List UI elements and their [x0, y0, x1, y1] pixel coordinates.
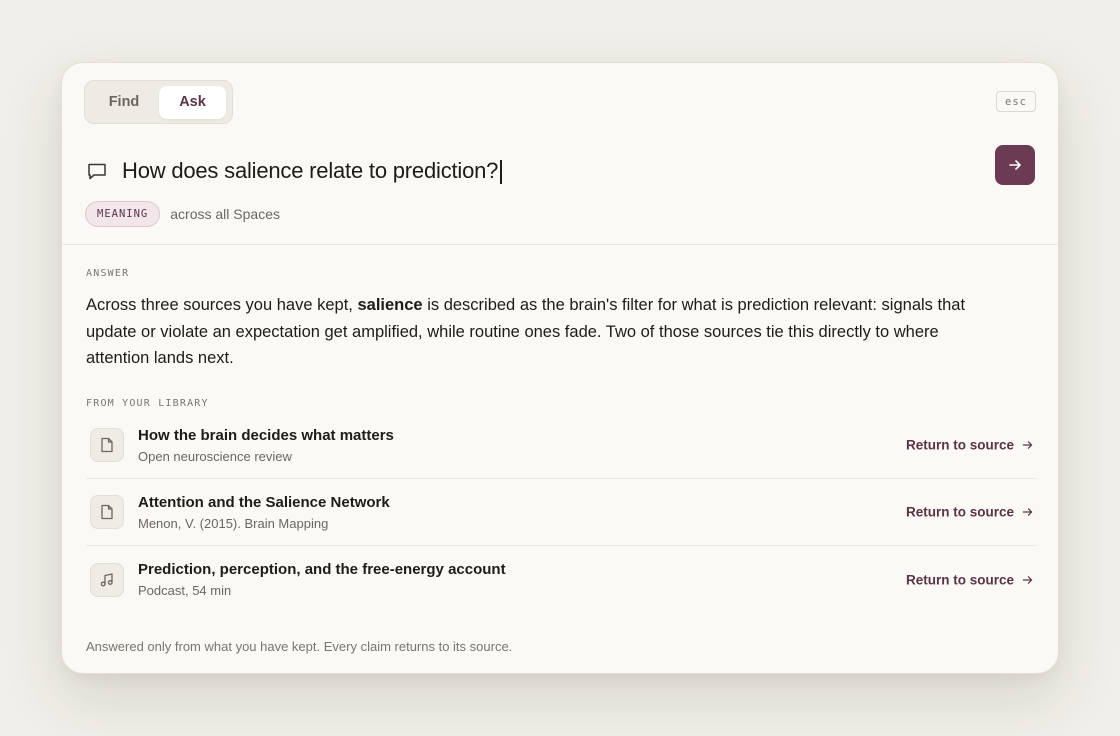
esc-key-hint[interactable]: esc: [996, 91, 1036, 112]
return-to-source-label: Return to source: [905, 437, 1014, 453]
document-icon: [90, 495, 124, 529]
tab-ask[interactable]: Ask: [159, 85, 226, 119]
scope-text: across all Spaces: [170, 206, 280, 222]
arrow-right-icon: [1008, 158, 1022, 172]
source-title: Prediction, perception, and the free-ene…: [138, 561, 506, 578]
answer-bold-term: salience: [357, 296, 423, 314]
query-row: How does salience relate to prediction?: [86, 153, 1036, 189]
footer-note: Answered only from what you have kept. E…: [86, 639, 513, 654]
tab-find[interactable]: Find: [89, 86, 159, 119]
document-icon: [90, 428, 124, 462]
source-title: Attention and the Salience Network: [138, 493, 390, 511]
source-item[interactable]: Attention and the Salience Network Menon…: [86, 479, 1037, 546]
source-title: How the brain decides what matters: [138, 426, 394, 444]
return-to-source-label: Return to source: [905, 504, 1014, 520]
submit-button[interactable]: [995, 145, 1035, 185]
ask-panel: Find Ask esc How does salience relate to…: [61, 62, 1059, 674]
source-subtitle: Menon, V. (2015). Brain Mapping: [138, 515, 329, 531]
return-to-source-link[interactable]: Return to source: [906, 438, 1033, 453]
answer-label: ANSWER: [86, 268, 130, 279]
library-label: FROM YOUR LIBRARY: [86, 398, 209, 409]
query-input[interactable]: How does salience relate to prediction?: [122, 157, 502, 185]
meaning-chip[interactable]: MEANING: [85, 201, 161, 227]
source-item[interactable]: How the brain decides what matters Open …: [86, 412, 1037, 479]
source-subtitle: Open neuroscience review: [138, 448, 292, 464]
divider: [62, 244, 1058, 245]
music-note-icon: [90, 562, 124, 597]
source-list: How the brain decides what matters Open …: [86, 412, 1037, 613]
mode-toggle: Find Ask: [84, 80, 233, 124]
source-item[interactable]: Prediction, perception, and the free-ene…: [86, 546, 1037, 613]
arrow-right-icon: [1022, 574, 1033, 585]
chat-bubble-icon: [86, 160, 108, 182]
text-caret: [500, 160, 502, 185]
answer-text-before: Across three sources you have kept,: [86, 296, 358, 314]
scope-row: MEANING across all Spaces: [85, 201, 280, 227]
arrow-right-icon: [1022, 507, 1033, 518]
answer-text: Across three sources you have kept, sali…: [86, 292, 976, 372]
return-to-source-label: Return to source: [905, 572, 1014, 587]
query-text: How does salience relate to prediction?: [122, 157, 499, 183]
arrow-right-icon: [1022, 440, 1033, 451]
return-to-source-link[interactable]: Return to source: [906, 505, 1033, 520]
source-subtitle: Podcast, 54 min: [138, 583, 232, 598]
return-to-source-link[interactable]: Return to source: [906, 572, 1033, 587]
